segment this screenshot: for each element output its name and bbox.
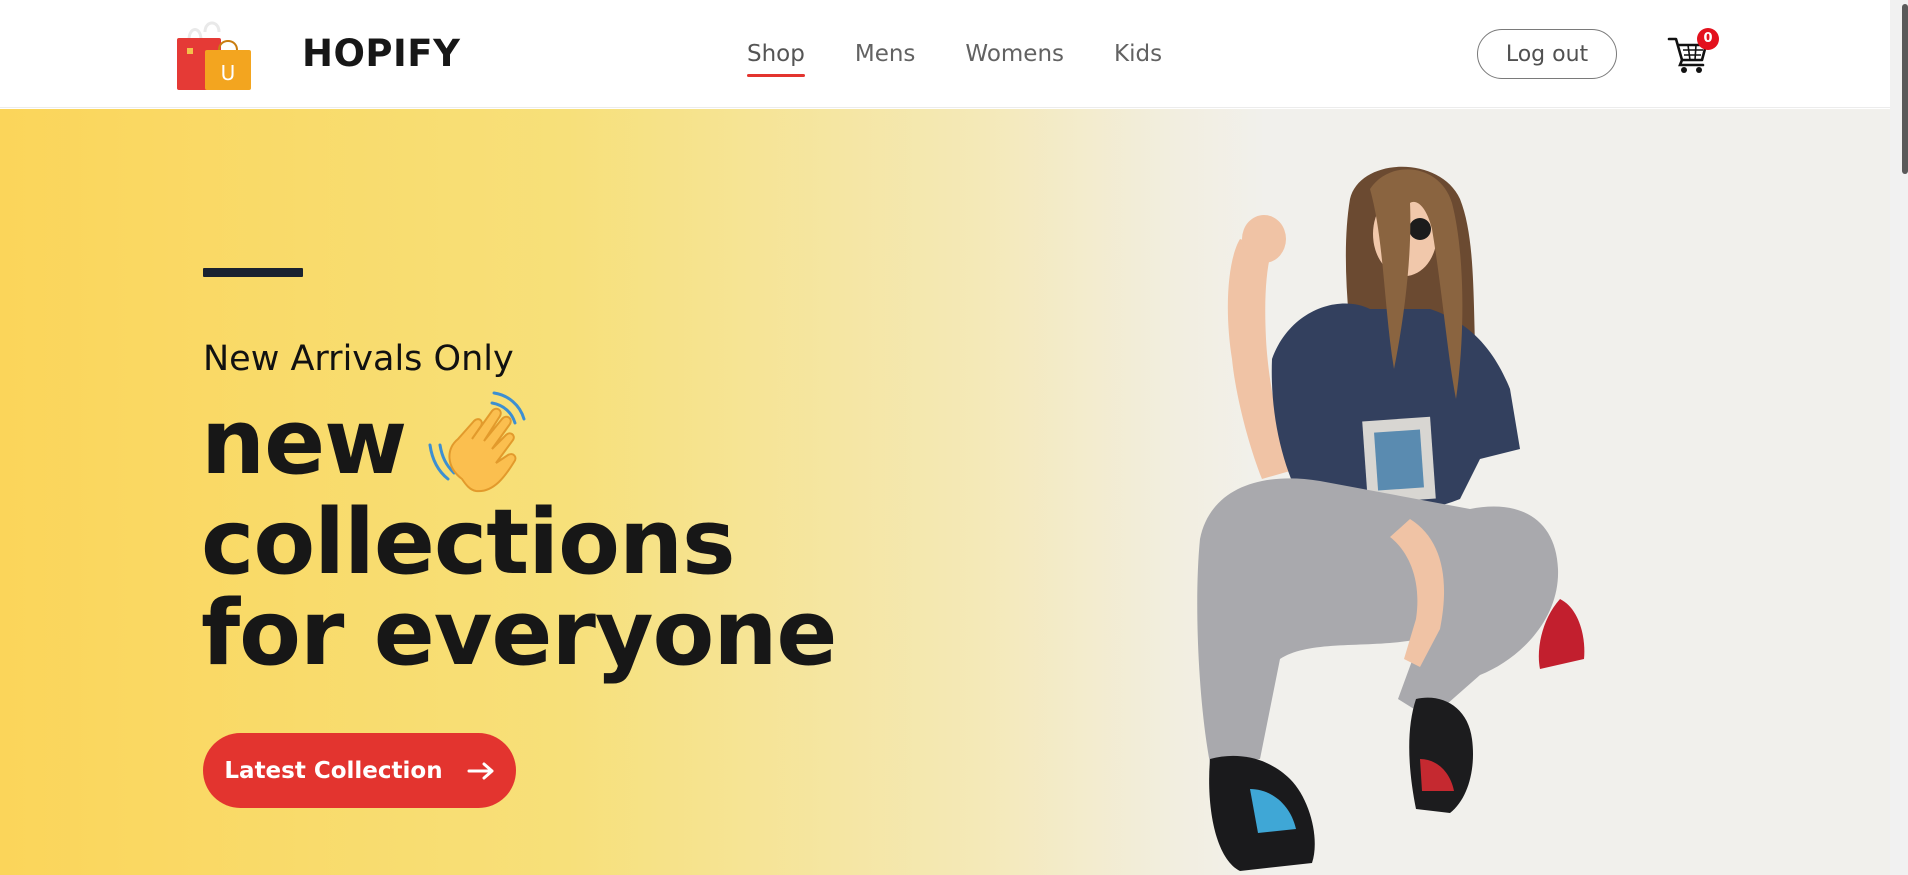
nav-item-mens[interactable]: Mens [855, 30, 916, 78]
nav-item-shop[interactable]: Shop [747, 30, 805, 78]
nav-label: Womens [965, 41, 1065, 67]
brand-name: HOPIFY [302, 32, 461, 75]
hero-subtitle: New Arrivals Only [203, 339, 514, 379]
arrow-right-icon [467, 762, 494, 779]
shopping-bag-icon[interactable]: U [175, 18, 253, 90]
scrollbar-thumb[interactable] [1902, 4, 1908, 174]
main-nav: Shop Mens Womens Kids [747, 30, 1162, 78]
logout-button[interactable]: Log out [1477, 29, 1617, 79]
svg-text:U: U [221, 61, 236, 85]
cart-count-badge: 0 [1697, 28, 1719, 50]
navbar: U HOPIFY Shop Mens Womens Kids Log out 0 [0, 0, 1890, 108]
nav-item-kids[interactable]: Kids [1114, 30, 1162, 78]
hero-accent-bar [203, 268, 303, 277]
cta-label: Latest Collection [224, 757, 443, 784]
active-nav-indicator [747, 74, 805, 77]
nav-label: Mens [854, 41, 916, 67]
nav-label: Shop [747, 41, 805, 67]
nav-item-womens[interactable]: Womens [965, 30, 1064, 78]
latest-collection-button[interactable]: Latest Collection [203, 733, 516, 808]
hero-headline-line2: collections [201, 490, 736, 595]
hero-headline-line3: for everyone [201, 581, 837, 686]
hero-section: New Arrivals Only new collections for ev… [0, 109, 1890, 875]
waving-hand-icon [428, 391, 526, 493]
model-photo [1197, 166, 1585, 871]
nav-label: Kids [1114, 41, 1163, 67]
hero-headline-line1: new [201, 390, 407, 495]
